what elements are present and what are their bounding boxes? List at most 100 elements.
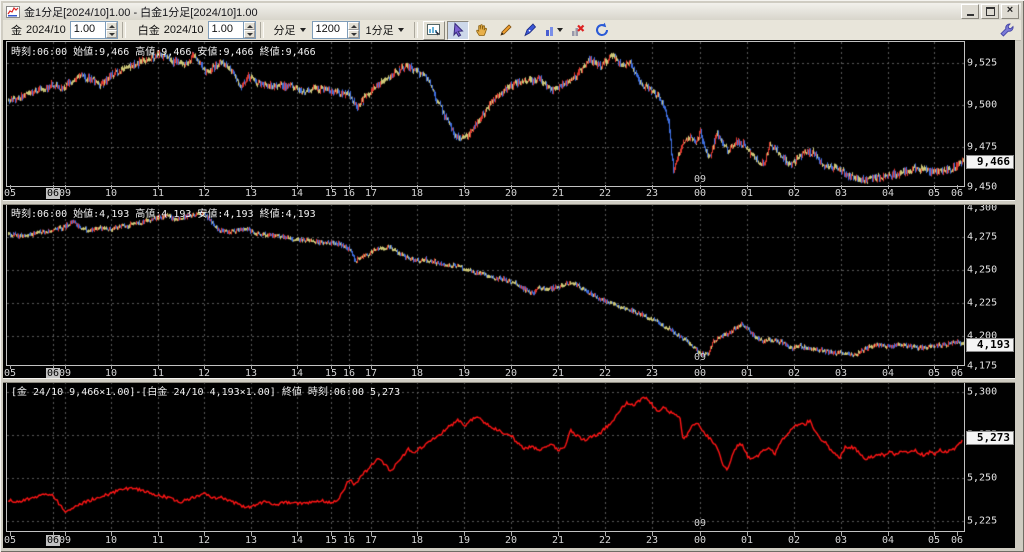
time-tick-notch [10,532,11,536]
time-tick-label: 14 [291,188,303,199]
time-tick-label: 03 [835,188,847,199]
time-tick-label: 05 [928,535,940,546]
pan-hand-tool-button[interactable] [471,21,493,40]
close-button[interactable]: × [1001,4,1019,19]
pane-splitter[interactable] [3,378,1015,383]
y-axis-label: 5,225 [967,516,997,527]
toolbar-separator [414,22,418,38]
gold-last-price-badge: 9,466 [966,155,1014,169]
gold-label: 金 [11,22,22,38]
time-tick-notch [841,365,842,369]
time-tick-notch [652,365,653,369]
time-tick-notch [841,532,842,536]
spread-chart-header: [金 24/10 9,466×1.00]-[白金 24/10 4,193×1.0… [11,383,400,398]
chart-style-tool-button[interactable] [543,21,565,40]
time-tick-notch [464,532,465,536]
spin-down-icon[interactable] [348,30,359,38]
time-tick-label: 02 [788,535,800,546]
time-tick-notch [747,185,748,189]
time-tick-notch [417,532,418,536]
select-chart-tool-button[interactable] [423,21,445,40]
settings-wrench-icon[interactable] [999,22,1015,38]
time-tick-label: 12 [198,188,210,199]
time-tick-notch [888,532,889,536]
spread-line-chart[interactable] [6,381,965,532]
maximize-icon [986,7,995,16]
select-chart-icon [426,22,442,38]
minimize-button[interactable] [961,4,979,19]
bar-count-input[interactable]: 1200 [312,21,360,39]
chevron-down-icon [398,28,404,32]
interval-dropdown[interactable]: 1分足 [363,21,407,39]
title-bar[interactable]: 金1分足[2024/10]1.00 - 白金1分足[2024/10]1.00 × [3,3,1021,21]
time-tick-notch [934,185,935,189]
time-tick-label: 09 [59,535,71,546]
candlestick-canvas[interactable] [7,204,964,365]
platinum-candle-chart[interactable] [6,203,965,366]
time-tick-notch [10,185,11,189]
date-change-label: 09 [694,174,706,185]
time-tick-label: 15 [325,535,337,546]
y-axis-label: 9,525 [967,58,997,69]
time-tick-label: 17 [365,535,377,546]
y-axis-label: 5,250 [967,473,997,484]
spin-down-icon[interactable] [106,30,117,38]
toolbar-separator [122,22,126,38]
platinum-month: 2024/10 [164,24,204,36]
bar-count-value: 1200 [313,22,347,38]
time-tick-label: 06 [951,188,963,199]
time-tick-notch [204,185,205,189]
cursor-tool-button[interactable] [447,21,469,40]
time-tick-notch [464,365,465,369]
spin-up-icon[interactable] [348,22,359,30]
time-tick-notch [349,185,350,189]
refresh-icon [594,22,610,38]
delete-study-tool-button[interactable] [567,21,589,40]
refresh-tool-button[interactable] [591,21,613,40]
time-tick-notch [65,532,66,536]
time-tick-notch [158,365,159,369]
time-tick-label: 00 [694,535,706,546]
bar-type-dropdown[interactable]: 分足 [271,21,309,39]
pane-splitter[interactable] [3,200,1015,205]
time-tick-label: 10 [105,188,117,199]
gold-candle-chart[interactable] [6,41,965,187]
y-axis-label: 4,275 [967,232,997,243]
candlestick-canvas[interactable] [7,42,964,186]
platinum-factor-value: 1.00 [209,22,243,38]
time-tick-notch [794,185,795,189]
time-tick-label: 21 [552,535,564,546]
time-tick-notch [65,365,66,369]
spin-up-icon[interactable] [244,22,255,30]
pencil-draw-tool-button[interactable] [495,21,517,40]
spin-down-icon[interactable] [244,30,255,38]
time-tick-notch [605,532,606,536]
bar-chart-icon [545,22,553,38]
time-tick-notch [10,365,11,369]
time-tick-notch [331,185,332,189]
time-tick-notch [558,185,559,189]
time-tick-notch [111,365,112,369]
time-tick-label: 00 [694,188,706,199]
window-title: 金1分足[2024/10]1.00 - 白金1分足[2024/10]1.00 [24,4,258,20]
maximize-button[interactable] [981,4,999,19]
cursor-arrow-icon [450,22,466,38]
time-tick-label: 13 [245,188,257,199]
time-tick-label: 17 [365,188,377,199]
spin-up-icon[interactable] [106,22,117,30]
gold-factor-input[interactable]: 1.00 [70,21,118,39]
time-tick-notch [558,532,559,536]
time-tick-notch [417,365,418,369]
pen-draw-tool-button[interactable] [519,21,541,40]
spread-last-value-badge: 5,273 [966,431,1014,445]
time-tick-notch [297,365,298,369]
time-tick-notch [652,532,653,536]
platinum-factor-input[interactable]: 1.00 [208,21,256,39]
spread-line-canvas[interactable] [7,382,964,531]
time-tick-notch [251,365,252,369]
time-tick-notch [957,532,958,536]
time-tick-label: 05 [4,535,16,546]
gold-factor-value: 1.00 [71,22,105,38]
time-tick-notch [652,185,653,189]
time-tick-notch [331,365,332,369]
